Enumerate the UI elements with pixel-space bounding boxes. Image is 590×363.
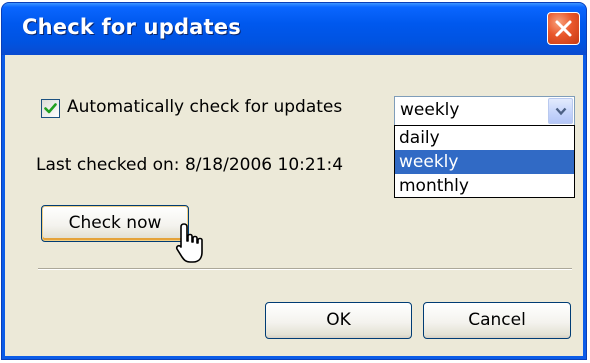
cancel-button[interactable]: Cancel — [423, 302, 571, 339]
auto-check-checkbox[interactable] — [41, 99, 60, 118]
ok-button[interactable]: OK — [265, 302, 412, 339]
hand-pointer-icon — [175, 223, 203, 263]
frequency-option-daily[interactable]: daily — [395, 126, 574, 150]
frequency-dropdown-list: daily weekly monthly — [394, 125, 575, 198]
check-for-updates-dialog: Check for updates Automatically check fo… — [1, 2, 587, 360]
frequency-select[interactable]: weekly — [394, 96, 575, 126]
frequency-selected-value: weekly — [400, 100, 460, 120]
separator-line — [38, 268, 572, 270]
title-bar[interactable]: Check for updates — [2, 3, 586, 55]
chevron-down-icon — [555, 107, 567, 116]
frequency-dropdown-button[interactable] — [548, 98, 573, 124]
auto-check-label[interactable]: Automatically check for updates — [67, 97, 342, 117]
checkmark-icon — [44, 103, 57, 114]
check-now-button[interactable]: Check now — [41, 205, 189, 242]
last-checked-label: Last checked on: 8/18/2006 10:21:4 — [36, 155, 344, 175]
dialog-title: Check for updates — [22, 15, 241, 39]
frequency-option-monthly[interactable]: monthly — [395, 174, 574, 198]
frequency-option-weekly[interactable]: weekly — [395, 150, 574, 174]
close-button[interactable] — [547, 12, 580, 45]
close-icon — [555, 20, 572, 37]
dialog-body: Automatically check for updates weekly L… — [5, 55, 583, 356]
